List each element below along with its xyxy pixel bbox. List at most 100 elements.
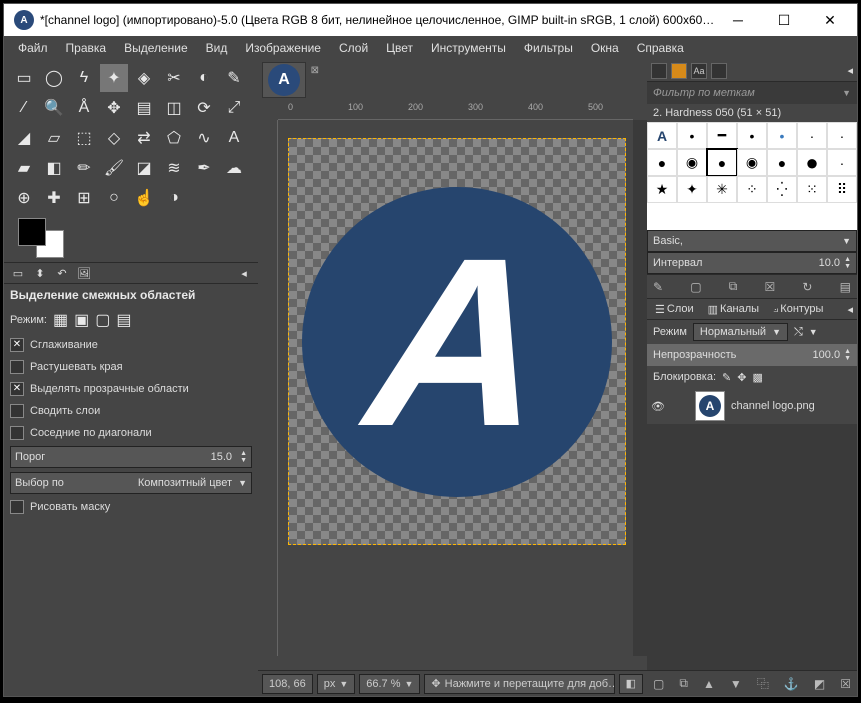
text-tool[interactable]: A [220,124,248,152]
menu-filters[interactable]: Фильтры [516,38,581,58]
unit-dropdown[interactable]: px▼ [317,674,356,694]
tab-layers[interactable]: ☰ Слои [651,301,698,318]
ellipse-select-tool[interactable]: ◯ [40,64,68,92]
layer-name[interactable]: channel logo.png [731,400,815,412]
dup-brush-icon[interactable]: ⧉ [729,279,738,294]
brush-filter[interactable]: Фильтр по меткам ▼ [647,82,857,104]
duplicate-layer-icon[interactable]: ⿻ [757,675,769,692]
brush-item[interactable]: · [797,122,827,149]
brush-item[interactable]: A [647,122,677,149]
open-brush-icon[interactable]: ▤ [840,280,851,294]
perspective-tool[interactable]: ▱ [40,124,68,152]
lock-alpha-icon[interactable]: ▩ [752,371,762,384]
color-selector[interactable] [18,218,68,258]
merge-option[interactable]: Сводить слои [10,402,252,420]
ink-tool[interactable]: ✒ [190,154,218,182]
tab-history[interactable] [711,63,727,79]
measure-tool[interactable]: Å [70,94,98,122]
tab-paths[interactable]: ⟓ Контуры [769,301,827,318]
warp-tool[interactable]: ∿ [190,124,218,152]
zoom-dropdown[interactable]: 66.7 %▼ [359,674,420,694]
checkbox-icon[interactable] [10,426,24,440]
tab-fonts[interactable]: Aa [691,63,707,79]
menu-select[interactable]: Выделение [116,38,196,58]
layer-mode-dropdown[interactable]: Нормальный▼ [693,323,788,341]
brush-item[interactable]: · [827,149,857,176]
checkbox-checked-icon[interactable]: ✕ [10,382,24,396]
menu-color[interactable]: Цвет [378,38,421,58]
cage-tool[interactable]: ⬠ [160,124,188,152]
dock-menu-icon[interactable]: ◂ [847,303,853,316]
feather-option[interactable]: Растушевать края [10,358,252,376]
handle-tool[interactable]: ◇ [100,124,128,152]
transform-tool[interactable]: ⬚ [70,124,98,152]
brush-item[interactable]: ⁙ [797,176,827,203]
tab-device[interactable]: ⬍ [30,264,50,282]
align-tool[interactable]: ▤ [130,94,158,122]
clone-tool[interactable]: ⊕ [10,184,38,212]
refresh-brush-icon[interactable]: ↻ [802,280,812,294]
fg-color[interactable] [18,218,46,246]
by-color-select-tool[interactable]: ◈ [130,64,158,92]
brush-item[interactable]: ● [767,149,797,176]
menu-edit[interactable]: Правка [58,38,115,58]
flip-tool[interactable]: ⇄ [130,124,158,152]
menu-view[interactable]: Вид [198,38,236,58]
rect-select-tool[interactable]: ▭ [10,64,38,92]
vertical-scrollbar[interactable] [633,120,647,656]
visibility-icon[interactable]: 👁 [651,400,665,413]
brush-tool[interactable]: 🖌 [100,154,128,182]
brush-item[interactable]: ⁛ [767,176,797,203]
perspective-clone-tool[interactable]: ⊞ [70,184,98,212]
brush-item[interactable]: • [677,122,707,149]
brush-item-selected[interactable]: ● [707,149,737,176]
tab-tool-options[interactable]: ▭ [8,264,28,282]
airbrush-tool[interactable]: ≋ [160,154,188,182]
menu-image[interactable]: Изображение [237,38,329,58]
rotate-tool[interactable]: ⟳ [190,94,218,122]
image-tab[interactable]: A ⊠ [262,62,306,98]
pencil-tool[interactable]: ✏ [70,154,98,182]
tab-patterns[interactable] [671,63,687,79]
lower-layer-icon[interactable]: ▼ [730,677,742,691]
opacity-slider[interactable]: Непрозрачность 100.0 ▲▼ [647,344,857,366]
dock-menu-icon[interactable]: ◂ [234,264,254,282]
checkbox-icon[interactable] [10,404,24,418]
new-group-icon[interactable]: ⧉ [679,676,688,691]
mode-subtract-icon[interactable]: ▢ [95,310,110,330]
blur-tool[interactable]: ○ [100,184,128,212]
move-tool[interactable]: ✥ [100,94,128,122]
close-tab-icon[interactable]: ⊠ [311,65,319,76]
close-button[interactable]: ✕ [807,4,853,36]
gradient-tool[interactable]: ◧ [40,154,68,182]
menu-windows[interactable]: Окна [583,38,627,58]
merge-layer-icon[interactable]: ⚓ [784,677,799,691]
transparent-option[interactable]: ✕ Выделять прозрачные области [10,380,252,398]
drawmask-option[interactable]: Рисовать маску [10,498,252,516]
maximize-button[interactable]: ☐ [761,4,807,36]
dock-menu-icon[interactable]: ◂ [847,64,853,77]
canvas[interactable]: A [278,120,633,670]
dodge-tool[interactable]: ◑ [160,184,188,212]
foreground-select-tool[interactable]: ◐ [190,64,218,92]
checkbox-icon[interactable] [10,500,24,514]
checkbox-icon[interactable] [10,360,24,374]
new-brush-icon[interactable]: ▢ [690,280,701,294]
ruler-vertical[interactable] [258,120,278,656]
brush-item[interactable]: ⠿ [827,176,857,203]
lock-move-icon[interactable]: ✥ [737,371,746,384]
mode-add-icon[interactable]: ▣ [74,310,89,330]
brush-interval[interactable]: Интервал 10.0 ▲▼ [647,252,857,274]
brush-item[interactable]: ✦ [677,176,707,203]
brush-item[interactable]: ◉ [677,149,707,176]
scale-tool[interactable]: ⤢ [220,94,248,122]
heal-tool[interactable]: ✚ [40,184,68,212]
brush-item[interactable]: ● [797,149,827,176]
diagonal-option[interactable]: Соседние по диагонали [10,424,252,442]
brush-item[interactable]: ◉ [737,149,767,176]
tab-images[interactable]: 🖼 [74,264,94,282]
image-content[interactable]: A [288,138,626,545]
layer-item[interactable]: 👁 A channel logo.png [647,388,857,424]
smudge-tool[interactable]: ☝ [130,184,158,212]
minimize-button[interactable]: ─ [715,4,761,36]
